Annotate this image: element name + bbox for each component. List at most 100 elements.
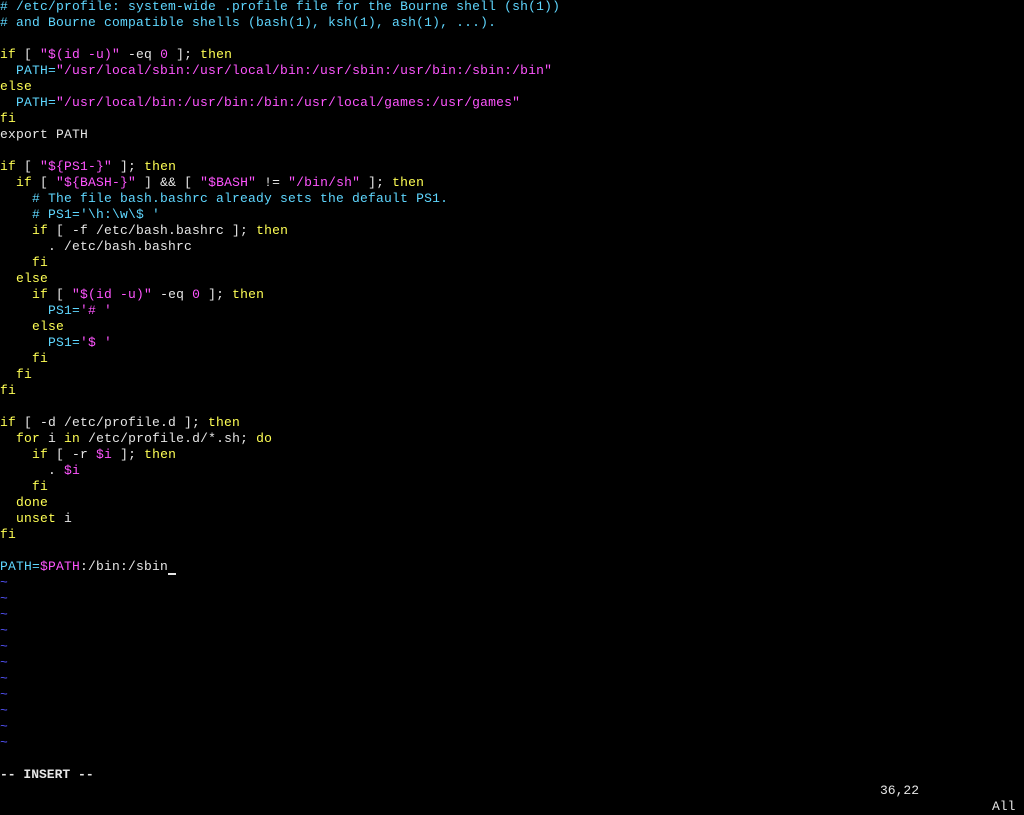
code-line[interactable]: done bbox=[0, 495, 1024, 511]
code-token-keyword: if bbox=[0, 47, 17, 62]
code-line[interactable]: if [ "$(id -u)" -eq 0 ]; then bbox=[0, 287, 1024, 303]
code-token-keyword: if bbox=[0, 415, 17, 430]
code-line[interactable]: . /etc/bash.bashrc bbox=[0, 239, 1024, 255]
code-line[interactable]: else bbox=[0, 319, 1024, 335]
code-token-string: "$(id -u)" bbox=[40, 47, 121, 62]
code-token-string: $PATH bbox=[40, 559, 81, 574]
code-token-ident: PATH= bbox=[0, 95, 57, 110]
code-line[interactable]: # /etc/profile: system-wide .profile fil… bbox=[0, 0, 1024, 15]
code-line[interactable]: if [ "${PS1-}" ]; then bbox=[0, 159, 1024, 175]
code-token-plain: i bbox=[56, 511, 73, 526]
code-token-keyword: in bbox=[64, 431, 81, 446]
code-token-string: "${PS1-}" bbox=[40, 159, 113, 174]
code-line[interactable]: unset i bbox=[0, 511, 1024, 527]
code-line[interactable]: PS1='# ' bbox=[0, 303, 1024, 319]
code-token-plain: [ -r bbox=[48, 447, 97, 462]
code-token-comment: # and Bourne compatible shells (bash(1),… bbox=[0, 15, 497, 30]
cursor-position: 36,22 bbox=[880, 783, 920, 798]
code-token-keyword: fi bbox=[16, 367, 33, 382]
scroll-indicator: All bbox=[992, 799, 1016, 814]
code-line[interactable]: export PATH bbox=[0, 127, 1024, 143]
code-token-plain: ] && [ bbox=[136, 175, 201, 190]
empty-line-marker: ~ bbox=[0, 687, 9, 702]
code-token-keyword: else bbox=[0, 79, 33, 94]
code-line[interactable]: if [ "${BASH-}" ] && [ "$BASH" != "/bin/… bbox=[0, 175, 1024, 191]
code-line[interactable]: fi bbox=[0, 383, 1024, 399]
code-line[interactable]: # and Bourne compatible shells (bash(1),… bbox=[0, 15, 1024, 31]
empty-line-marker: ~ bbox=[0, 735, 9, 750]
code-line[interactable]: if [ -d /etc/profile.d ]; then bbox=[0, 415, 1024, 431]
empty-line-marker: ~ bbox=[0, 639, 9, 654]
code-token-string: 0 bbox=[192, 287, 201, 302]
code-token-plain: [ bbox=[48, 287, 73, 302]
code-line[interactable]: else bbox=[0, 271, 1024, 287]
code-token-ident: PATH= bbox=[0, 559, 41, 574]
code-line[interactable]: if [ "$(id -u)" -eq 0 ]; then bbox=[0, 47, 1024, 63]
code-line[interactable]: . $i bbox=[0, 463, 1024, 479]
code-token-comment: # The file bash.bashrc already sets the … bbox=[0, 191, 449, 206]
code-line[interactable]: PATH="/usr/local/sbin:/usr/local/bin:/us… bbox=[0, 63, 1024, 79]
code-token-string: "$(id -u)" bbox=[72, 287, 153, 302]
code-line[interactable]: else bbox=[0, 79, 1024, 95]
code-token-plain: export PATH bbox=[0, 127, 89, 142]
code-token-string: '# ' bbox=[80, 303, 113, 318]
code-line[interactable]: if [ -r $i ]; then bbox=[0, 447, 1024, 463]
code-token-keyword: unset bbox=[16, 511, 57, 526]
code-token-ident: PATH= bbox=[0, 63, 57, 78]
code-token-comment: # PS1='\h:\w\$ ' bbox=[0, 207, 161, 222]
code-token-keyword: then bbox=[144, 447, 177, 462]
code-token-plain: /etc/profile.d/*.sh; bbox=[80, 431, 257, 446]
code-token-plain: [ bbox=[32, 175, 57, 190]
code-token-keyword: then bbox=[392, 175, 425, 190]
code-token-string: $i bbox=[96, 447, 113, 462]
code-token-plain: . bbox=[0, 463, 65, 478]
code-token-keyword: if bbox=[32, 287, 49, 302]
code-line[interactable]: PATH=$PATH:/bin:/sbin bbox=[0, 559, 1024, 575]
code-token-keyword: then bbox=[144, 159, 177, 174]
code-token-string: 0 bbox=[160, 47, 169, 62]
code-line[interactable]: PS1='$ ' bbox=[0, 335, 1024, 351]
empty-line-marker: ~ bbox=[0, 671, 9, 686]
code-token-string: "${BASH-}" bbox=[56, 175, 137, 190]
code-line[interactable]: fi bbox=[0, 479, 1024, 495]
code-token-keyword: else bbox=[32, 319, 65, 334]
code-line[interactable]: fi bbox=[0, 527, 1024, 543]
code-line[interactable]: # PS1='\h:\w\$ ' bbox=[0, 207, 1024, 223]
code-token-keyword: do bbox=[256, 431, 273, 446]
code-token-plain: ]; bbox=[200, 287, 233, 302]
code-token-keyword: fi bbox=[32, 255, 49, 270]
code-token-plain: [ bbox=[16, 159, 41, 174]
code-line[interactable]: for i in /etc/profile.d/*.sh; do bbox=[0, 431, 1024, 447]
code-line[interactable]: fi bbox=[0, 351, 1024, 367]
code-line[interactable]: PATH="/usr/local/bin:/usr/bin:/bin:/usr/… bbox=[0, 95, 1024, 111]
code-token-plain: -eq bbox=[152, 287, 193, 302]
code-line[interactable] bbox=[0, 143, 1024, 159]
code-line[interactable] bbox=[0, 543, 1024, 559]
code-line[interactable] bbox=[0, 31, 1024, 47]
vim-status-line: -- INSERT -- 36,22 All bbox=[0, 751, 1024, 814]
code-line[interactable]: fi bbox=[0, 255, 1024, 271]
mode-indicator: -- INSERT -- bbox=[0, 767, 94, 782]
vim-buffer[interactable]: # /etc/profile: system-wide .profile fil… bbox=[0, 0, 1024, 751]
code-token-keyword: fi bbox=[0, 527, 17, 542]
code-token-string: "$BASH" bbox=[200, 175, 257, 190]
code-token-keyword: if bbox=[16, 175, 33, 190]
code-line[interactable]: fi bbox=[0, 367, 1024, 383]
code-line[interactable]: fi bbox=[0, 111, 1024, 127]
code-token-keyword: then bbox=[200, 47, 233, 62]
code-token-keyword: fi bbox=[32, 351, 49, 366]
code-token-plain: . /etc/bash.bashrc bbox=[0, 239, 193, 254]
empty-line-marker: ~ bbox=[0, 607, 9, 622]
code-line[interactable]: # The file bash.bashrc already sets the … bbox=[0, 191, 1024, 207]
code-token-plain: [ -d /etc/profile.d ]; bbox=[16, 415, 209, 430]
empty-line-marker: ~ bbox=[0, 591, 9, 606]
code-line[interactable] bbox=[0, 399, 1024, 415]
code-line[interactable]: if [ -f /etc/bash.bashrc ]; then bbox=[0, 223, 1024, 239]
